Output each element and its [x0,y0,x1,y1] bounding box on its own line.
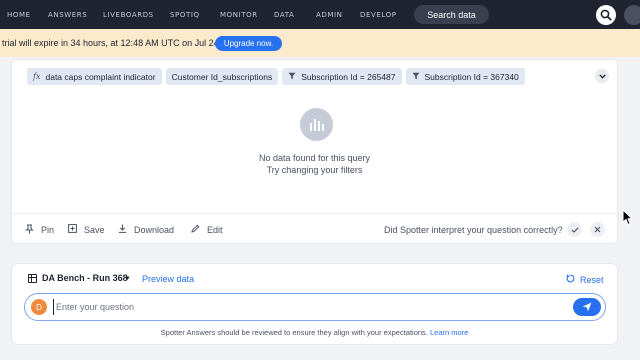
learn-more-link[interactable]: Learn more [430,328,468,337]
query-chip[interactable]: Subscription Id = 265487 [282,68,402,85]
download-icon [118,224,127,235]
save-icon [68,224,77,235]
table-icon [28,274,37,283]
trial-message: trial will expire in 34 hours, at 12:48 … [2,38,222,48]
empty-state-title: No data found for this query [258,153,371,163]
send-icon[interactable] [573,298,601,316]
chip-label: Subscription Id = 265487 [301,71,396,82]
filter-icon [288,72,296,82]
nav-admin[interactable]: ADMIN [316,11,343,19]
query-chip[interactable]: Customer Id_subscriptions [165,68,279,85]
question-input[interactable] [53,299,553,315]
answer-actions: Pin Save Download Edit Did Spotter inter… [12,213,617,243]
save-button[interactable]: Save [68,224,105,235]
preview-data-link[interactable]: Preview data [142,274,194,284]
chevron-down-icon[interactable] [595,69,609,83]
nav-monitor[interactable]: MONITOR [220,11,258,19]
filter-icon [412,72,420,82]
reset-button[interactable]: Reset [566,274,604,285]
query-chip[interactable]: Subscription Id = 367340 [405,68,525,85]
search-icon[interactable] [596,5,616,25]
download-button[interactable]: Download [118,224,174,235]
nav-develop[interactable]: DEVELOP [360,11,397,19]
query-chips: fx data caps complaint indicator Custome… [27,68,525,85]
datasource-selector[interactable]: DA Bench - Run 368 [42,273,128,283]
avatar: D [31,299,47,315]
formula-icon: fx [33,72,41,81]
edit-icon [191,224,200,235]
check-icon[interactable] [567,222,582,237]
question-box: D [24,293,606,321]
pin-button[interactable]: Pin [25,224,54,236]
user-avatar[interactable] [624,5,640,25]
chip-label: data caps complaint indicator [45,71,156,82]
close-icon[interactable] [590,222,605,237]
upgrade-button[interactable]: Upgrade now. [215,36,282,51]
mouse-cursor-icon [622,208,634,231]
feedback-question: Did Spotter interpret your question corr… [384,225,563,235]
empty-state-subtitle: Try changing your filters [266,165,363,175]
chevron-down-icon[interactable]: ▾ [126,274,130,282]
top-nav: HOME ANSWERS LIVEBOARDS SPOTIQ MONITOR D… [0,0,640,29]
reset-icon [566,274,575,285]
trial-banner: trial will expire in 34 hours, at 12:48 … [0,29,640,57]
answer-card: fx data caps complaint indicator Custome… [12,60,617,243]
pin-icon [25,224,34,236]
nav-spotiq[interactable]: SPOTIQ [170,11,200,19]
nav-home[interactable]: HOME [7,11,31,19]
nav-answers[interactable]: ANSWERS [48,11,87,19]
chip-label: Customer Id_subscriptions [171,71,273,82]
disclaimer: Spotter Answers should be reviewed to en… [160,328,469,337]
nav-data[interactable]: DATA [274,11,294,19]
query-chip[interactable]: fx data caps complaint indicator [27,68,162,85]
chip-label: Subscription Id = 367340 [424,71,519,82]
question-panel: DA Bench - Run 368 ▾ Preview data Reset … [12,264,617,344]
bar-chart-icon [300,108,333,141]
nav-liveboards[interactable]: LIVEBOARDS [103,11,154,19]
search-data-button[interactable]: Search data [414,5,489,24]
edit-button[interactable]: Edit [191,224,223,235]
